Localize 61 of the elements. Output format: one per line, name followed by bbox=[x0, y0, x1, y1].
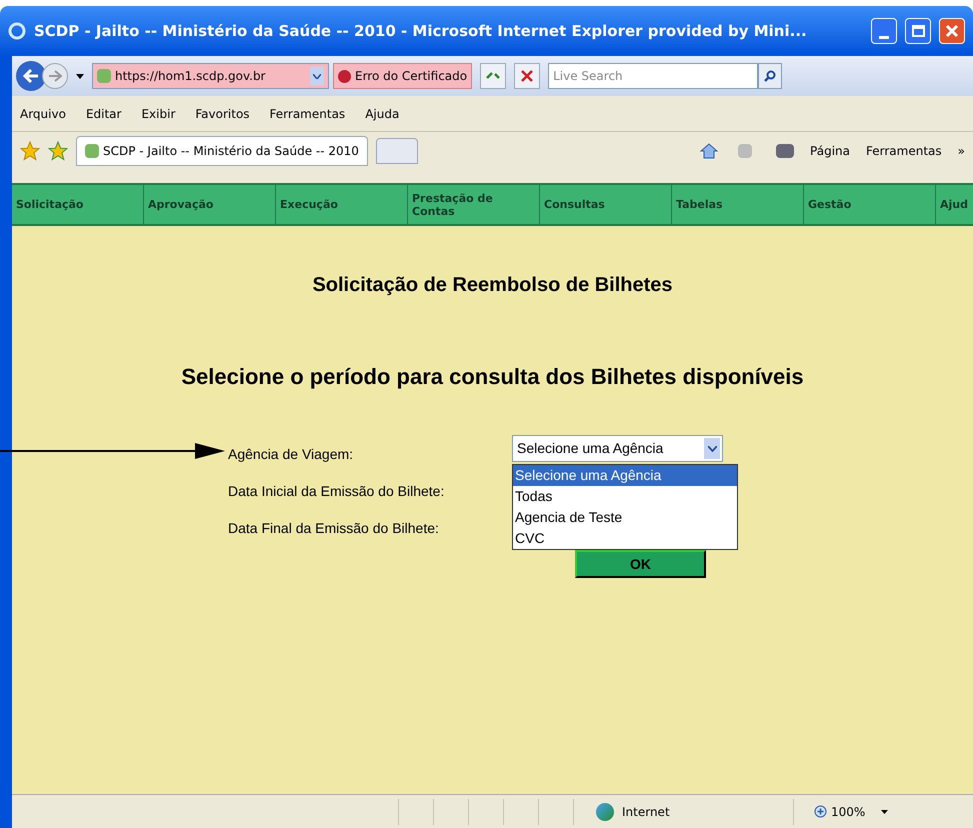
page-title: Solicitação de Reembolso de Bilhetes bbox=[312, 273, 673, 298]
nav-menu-item[interactable]: Solicitação bbox=[12, 185, 144, 224]
stop-button[interactable] bbox=[514, 63, 540, 89]
forward-button[interactable] bbox=[42, 63, 68, 89]
menu-item[interactable]: Ferramentas bbox=[270, 104, 346, 122]
close-button[interactable] bbox=[939, 18, 965, 44]
caret-icon[interactable] bbox=[881, 810, 888, 814]
nav-menu-item[interactable]: Aprovação bbox=[144, 185, 276, 224]
certificate-error-button[interactable]: Erro do Certificado bbox=[333, 63, 472, 89]
menu-item[interactable]: Editar bbox=[86, 104, 122, 122]
field-label: Data Inicial da Emissão do Bilhete: bbox=[228, 482, 446, 501]
globe-icon bbox=[596, 802, 614, 820]
search-icon bbox=[764, 70, 776, 82]
command-button[interactable]: Página bbox=[810, 142, 850, 160]
field-label: Data Final da Emissão do Bilhete: bbox=[228, 519, 440, 538]
dropdown-option[interactable]: Selecione uma Agência bbox=[513, 465, 737, 486]
field-label: Agência de Viagem: bbox=[228, 445, 354, 464]
caret-icon bbox=[708, 446, 716, 452]
dropdown-button[interactable] bbox=[704, 438, 720, 459]
dropdown-option[interactable]: Agencia de Teste bbox=[513, 507, 737, 528]
command-button[interactable]: Ferramentas bbox=[866, 142, 942, 160]
back-button[interactable] bbox=[16, 61, 46, 91]
ok-button[interactable]: OK bbox=[575, 550, 706, 578]
right-arrow-icon bbox=[48, 70, 62, 82]
menu-item[interactable]: Ajuda bbox=[365, 104, 400, 122]
search-field[interactable]: Live Search bbox=[548, 63, 758, 89]
refresh-button[interactable] bbox=[480, 63, 506, 89]
menu-item[interactable]: Arquivo bbox=[20, 104, 66, 122]
address-field[interactable]: https://hom1.scdp.gov.br bbox=[92, 63, 329, 89]
caret-icon bbox=[313, 74, 321, 78]
window-title: SCDP - Jailto -- Ministério da Saúde -- 2010 - Microsoft Internet Explorer provided by Mini... bbox=[34, 20, 808, 42]
menu-item[interactable]: Exibir bbox=[141, 104, 176, 122]
nav-menu-item[interactable]: Execução bbox=[276, 185, 408, 224]
stop-icon bbox=[521, 70, 534, 82]
security-zone: Internet bbox=[622, 804, 670, 820]
home-icon[interactable] bbox=[700, 143, 718, 159]
shield-icon bbox=[338, 70, 351, 82]
browser-tab[interactable]: SCDP - Jailto -- Ministério da Saúde -- 2010 bbox=[76, 136, 368, 166]
zoom-level[interactable]: 100% bbox=[831, 802, 866, 820]
dropdown-button[interactable] bbox=[310, 67, 324, 85]
caret-icon[interactable] bbox=[76, 74, 84, 78]
zoom-icon[interactable] bbox=[814, 805, 827, 818]
nav-menu-item[interactable]: Prestação de Contas bbox=[408, 185, 540, 224]
star-icon[interactable] bbox=[20, 141, 40, 161]
nav-menu-item[interactable]: Tabelas bbox=[672, 185, 804, 224]
dropdown-option[interactable]: CVC bbox=[513, 528, 737, 549]
menu-item[interactable]: Favoritos bbox=[195, 104, 250, 122]
search-button[interactable] bbox=[758, 63, 782, 89]
nav-menu-item[interactable]: Ajud bbox=[936, 185, 973, 224]
browser-logo-icon bbox=[8, 22, 26, 40]
add-favorite-icon[interactable] bbox=[48, 141, 68, 161]
nav-menu-item[interactable]: Consultas bbox=[540, 185, 672, 224]
maximize-button[interactable] bbox=[905, 18, 931, 44]
left-arrow-icon bbox=[23, 69, 39, 83]
page-subtitle: Selecione o período para consulta dos Bilhetes disponíveis bbox=[181, 363, 804, 391]
minimize-button[interactable] bbox=[871, 18, 897, 44]
agency-select[interactable]: Selecione uma Agência bbox=[512, 435, 723, 462]
close-icon bbox=[945, 24, 959, 38]
dropdown-option[interactable]: Todas bbox=[513, 486, 737, 507]
command-button[interactable]: » bbox=[958, 142, 965, 160]
nav-menu-item[interactable]: Gestão bbox=[804, 185, 936, 224]
